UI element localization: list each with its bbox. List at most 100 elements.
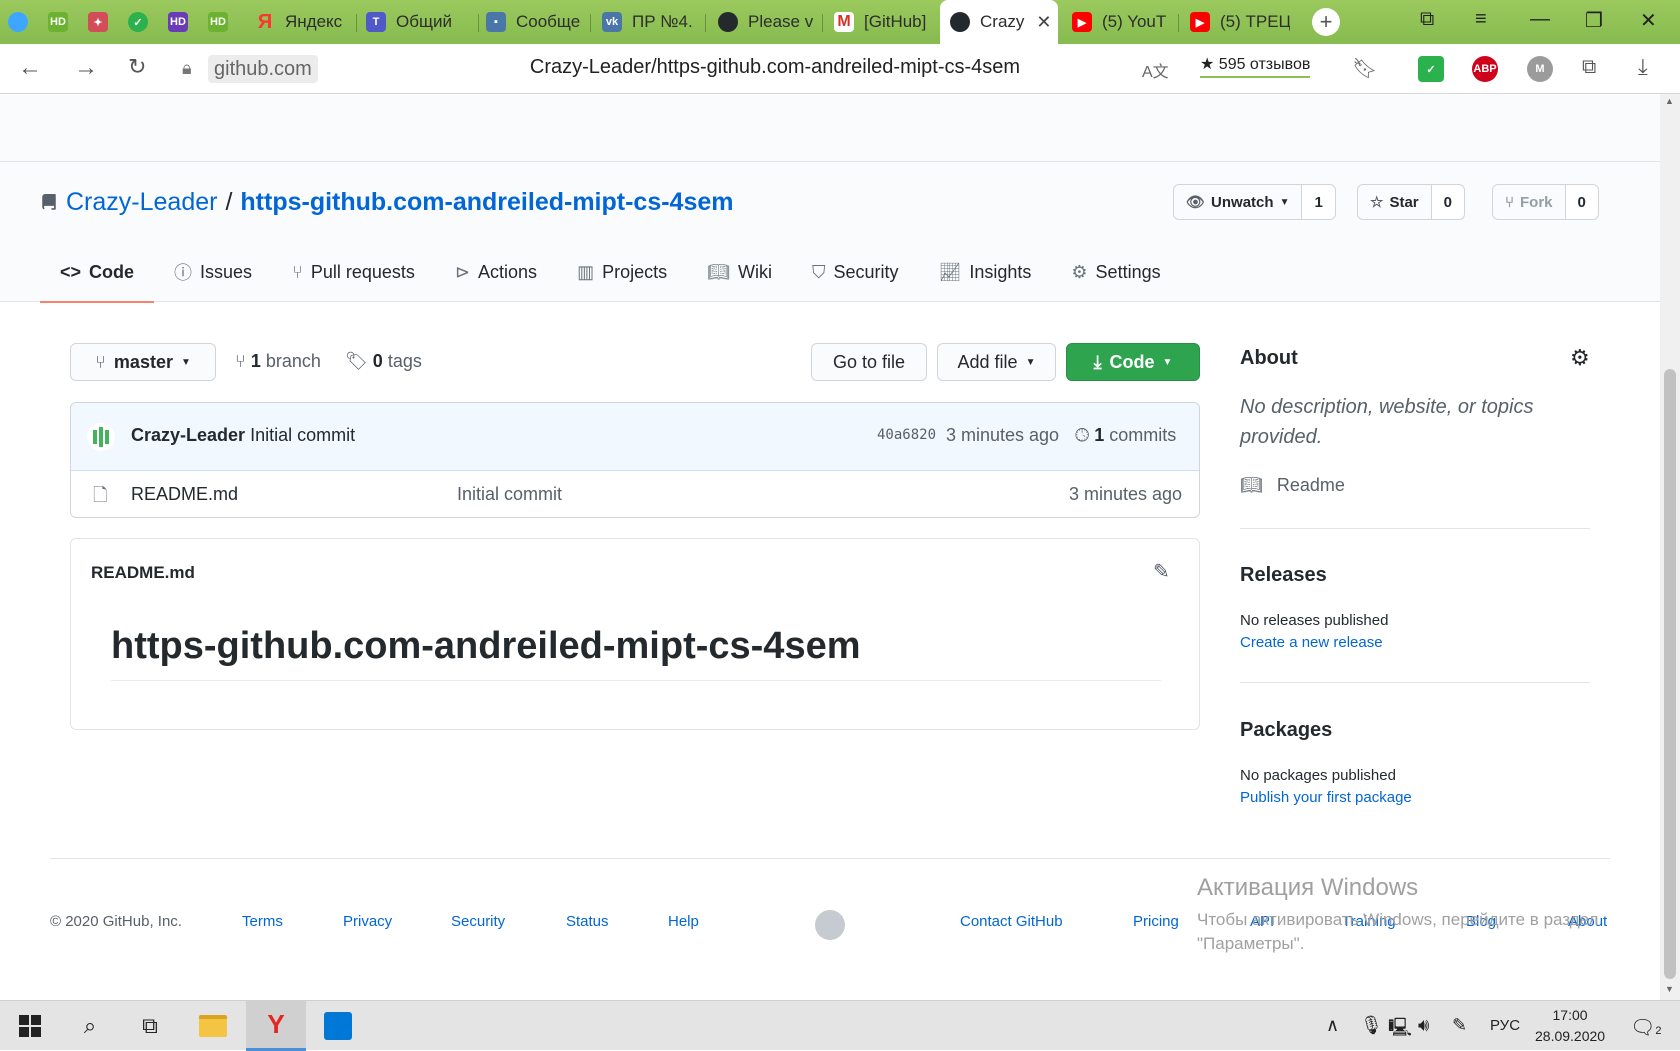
github-logo-icon[interactable] bbox=[815, 910, 845, 940]
profile-avatar[interactable]: M bbox=[1527, 56, 1553, 82]
tab-gmail[interactable]: M [GitHub] bbox=[834, 4, 929, 40]
create-release-link[interactable]: Create a new release bbox=[1240, 634, 1383, 651]
page-scrollbar[interactable]: ▲ ▼ bbox=[1660, 94, 1680, 1000]
star-count[interactable]: 0 bbox=[1431, 185, 1464, 219]
readme-heading: https-github.com-andreiled-mipt-cs-4sem bbox=[111, 625, 1161, 681]
tab-youtube-1[interactable]: ▶ (5) YouT bbox=[1072, 4, 1172, 40]
commit-author[interactable]: Crazy-Leader bbox=[131, 425, 245, 445]
minimize-button[interactable]: — bbox=[1530, 8, 1550, 31]
translate-icon[interactable]: A文 bbox=[1142, 58, 1169, 82]
tab-code[interactable]: <> Code bbox=[40, 242, 155, 303]
scrollbar-thumb[interactable] bbox=[1664, 369, 1676, 979]
pen-icon[interactable]: ✎ bbox=[1452, 1015, 1467, 1036]
repo-name-link[interactable]: https-github.com-andreiled-mipt-cs-4sem bbox=[240, 188, 733, 217]
tab-vk[interactable]: vk ПР №4. bbox=[602, 4, 697, 40]
star-button[interactable]: ☆ Star bbox=[1358, 185, 1432, 219]
publish-package-link[interactable]: Publish your first package bbox=[1240, 789, 1412, 806]
tab-messages[interactable]: ▪ Сообще bbox=[486, 4, 586, 40]
file-explorer-icon[interactable] bbox=[183, 1001, 243, 1051]
shield-icon[interactable]: ✓ bbox=[1418, 56, 1444, 82]
network-icon[interactable]: 🖳︎ bbox=[1388, 1015, 1412, 1045]
branches-link[interactable]: ⑂ 1 branch bbox=[235, 351, 321, 372]
collections-sidebar-icon[interactable]: ⧉ bbox=[1582, 56, 1596, 79]
back-button[interactable]: ← bbox=[18, 54, 42, 82]
new-tab-button[interactable]: + bbox=[1312, 8, 1340, 36]
fork-count[interactable]: 0 bbox=[1565, 185, 1598, 219]
tab-alice[interactable] bbox=[8, 4, 38, 40]
go-to-file-button[interactable]: Go to file bbox=[811, 343, 927, 381]
tab-actions[interactable]: ⊳ Actions bbox=[435, 242, 557, 302]
commits-link[interactable]: 🕓︎ 1 commits bbox=[1075, 425, 1176, 446]
footer-pricing[interactable]: Pricing bbox=[1133, 913, 1179, 930]
search-icon[interactable]: ⌕ bbox=[60, 1001, 120, 1051]
tab-teams[interactable]: T Общий bbox=[366, 4, 476, 40]
tab-yandex[interactable]: Я Яндекс bbox=[255, 4, 350, 40]
tab-github-please[interactable]: Please v bbox=[718, 4, 813, 40]
tab-security[interactable]: ⛉ Security bbox=[792, 242, 919, 302]
footer-contact[interactable]: Contact GitHub bbox=[960, 913, 1063, 930]
branch-select-button[interactable]: ⑂ master ▼ bbox=[70, 343, 216, 381]
readme-sidebar-link[interactable]: 📖︎ Readme bbox=[1240, 475, 1345, 496]
menu-icon[interactable]: ≡ bbox=[1475, 8, 1487, 31]
reload-button[interactable]: ↻ bbox=[128, 54, 146, 80]
repo-owner-link[interactable]: Crazy-Leader bbox=[66, 188, 217, 217]
file-name-link[interactable]: README.md bbox=[131, 484, 238, 505]
microphone-icon[interactable]: 🎙︎ bbox=[1360, 1015, 1383, 1036]
close-window-button[interactable]: ✕ bbox=[1640, 8, 1657, 33]
tab-active-github[interactable]: Crazy ✕ bbox=[940, 0, 1058, 44]
footer-security[interactable]: Security bbox=[451, 913, 505, 930]
add-file-button[interactable]: Add file ▼ bbox=[937, 343, 1056, 381]
footer-terms[interactable]: Terms bbox=[242, 913, 283, 930]
footer-status[interactable]: Status bbox=[566, 913, 609, 930]
url-domain[interactable]: github.com bbox=[208, 55, 318, 83]
tab-hd-2[interactable]: HD bbox=[168, 4, 198, 40]
pencil-icon[interactable]: ✎ bbox=[1153, 559, 1170, 584]
reviews-badge[interactable]: ★ 595 отзывов bbox=[1200, 54, 1311, 78]
tab-wiki[interactable]: 📖︎ Wiki bbox=[687, 242, 792, 302]
tab-insights[interactable]: 📈︎ Insights bbox=[919, 242, 1052, 302]
language-indicator[interactable]: РУС bbox=[1490, 1017, 1520, 1034]
clock[interactable]: 17:00 28.09.2020 bbox=[1535, 1005, 1605, 1047]
restore-button[interactable]: ❐ bbox=[1585, 8, 1603, 33]
avatar[interactable] bbox=[87, 423, 115, 451]
tab-separator bbox=[356, 14, 357, 32]
scroll-down-arrow[interactable]: ▼ bbox=[1665, 984, 1674, 994]
branch-icon: ⑂ bbox=[95, 351, 106, 372]
tab-issues[interactable]: ⓘ Issues bbox=[154, 242, 272, 302]
notification-icon[interactable]: 🗨︎2 bbox=[1630, 1015, 1662, 1040]
collections-icon[interactable]: ⧉ bbox=[1420, 8, 1434, 31]
commit-hash[interactable]: 40a6820 bbox=[877, 427, 936, 443]
gear-icon[interactable]: ⚙ bbox=[1570, 345, 1590, 371]
lock-icon[interactable]: 🔒︎ bbox=[182, 58, 192, 79]
tray-overflow-icon[interactable]: ∧ bbox=[1326, 1015, 1339, 1036]
scroll-up-arrow[interactable]: ▲ bbox=[1665, 96, 1674, 106]
store-icon[interactable] bbox=[308, 1001, 368, 1051]
file-commit-message[interactable]: Initial commit bbox=[457, 484, 562, 505]
footer-help[interactable]: Help bbox=[668, 913, 699, 930]
tab-projects[interactable]: ▥ Projects bbox=[557, 242, 687, 302]
tab-game[interactable]: ✦ bbox=[88, 4, 118, 40]
bookmark-icon[interactable]: 🔖︎ bbox=[1352, 56, 1377, 81]
adblock-icon[interactable]: ABP bbox=[1472, 56, 1498, 82]
tab-pull-requests[interactable]: ⑂ Pull requests bbox=[272, 242, 435, 302]
tags-link[interactable]: 🏷︎ 0 tags bbox=[345, 351, 422, 372]
start-button[interactable] bbox=[0, 1001, 60, 1051]
tab-hd-3[interactable]: HD bbox=[208, 4, 238, 40]
commit-message[interactable]: Initial commit bbox=[250, 425, 355, 445]
footer-privacy[interactable]: Privacy bbox=[343, 913, 392, 930]
yandex-browser-taskbar[interactable]: Y bbox=[246, 1001, 306, 1051]
tab-youtube-2[interactable]: ▶ (5) ТРЕЦ bbox=[1190, 4, 1290, 40]
tab-hd-1[interactable]: HD bbox=[48, 4, 78, 40]
tab-settings[interactable]: ⚙ Settings bbox=[1051, 242, 1180, 302]
close-tab-icon[interactable]: ✕ bbox=[1036, 12, 1051, 33]
tab-check[interactable]: ✓ bbox=[128, 4, 158, 40]
watch-count[interactable]: 1 bbox=[1302, 185, 1335, 219]
code-download-button[interactable]: ⤓ Code ▼ bbox=[1066, 343, 1200, 381]
forward-button[interactable]: → bbox=[74, 54, 98, 82]
download-icon[interactable]: ⤓ bbox=[1638, 54, 1648, 80]
unwatch-button[interactable]: 👁︎ Unwatch ▼ bbox=[1174, 185, 1303, 219]
url-page-title[interactable]: Crazy-Leader/https-github.com-andreiled-… bbox=[420, 56, 1130, 79]
volume-icon[interactable]: 🔊︎ bbox=[1418, 1015, 1429, 1036]
fork-button[interactable]: ⑂ Fork bbox=[1493, 185, 1566, 219]
task-view-icon[interactable]: ⧉ bbox=[120, 1001, 180, 1051]
